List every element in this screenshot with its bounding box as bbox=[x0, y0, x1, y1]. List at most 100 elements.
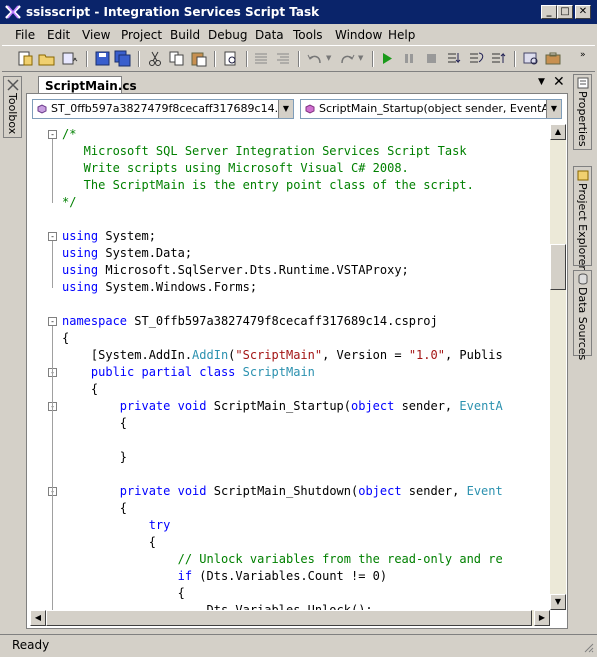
fold-guide bbox=[52, 411, 53, 458]
toolbox-window-icon[interactable] bbox=[544, 50, 562, 67]
toolbox-tab[interactable]: Toolbox bbox=[3, 76, 22, 138]
code-line[interactable]: using Microsoft.SqlServer.Dts.Runtime.VS… bbox=[62, 262, 409, 279]
collapse-region-icon[interactable]: - bbox=[48, 232, 57, 241]
code-line[interactable]: using System.Windows.Forms; bbox=[62, 279, 257, 296]
code-line[interactable]: { bbox=[62, 534, 156, 551]
horizontal-scroll-thumb[interactable] bbox=[46, 610, 532, 626]
code-line[interactable]: } bbox=[62, 449, 127, 466]
horizontal-scrollbar[interactable]: ◀ ▶ bbox=[30, 610, 550, 626]
minimize-icon[interactable]: _ bbox=[541, 5, 557, 19]
add-item-icon[interactable] bbox=[60, 50, 78, 67]
resize-grip-icon[interactable] bbox=[582, 641, 594, 653]
comment-icon[interactable] bbox=[252, 50, 270, 67]
pause-icon[interactable] bbox=[400, 50, 418, 67]
menu-view[interactable]: View bbox=[82, 28, 110, 42]
find-icon[interactable] bbox=[222, 50, 240, 67]
code-line[interactable]: using System; bbox=[62, 228, 156, 245]
stop-icon[interactable] bbox=[422, 50, 440, 67]
menu-tools[interactable]: Tools bbox=[293, 28, 323, 42]
tab-scriptmain[interactable]: ScriptMain.cs bbox=[38, 76, 137, 94]
redo-icon[interactable] bbox=[338, 50, 356, 67]
new-project-icon[interactable] bbox=[16, 50, 34, 67]
save-all-icon[interactable] bbox=[114, 50, 132, 67]
menu-debug[interactable]: Debug bbox=[208, 28, 247, 42]
menu-data[interactable]: Data bbox=[255, 28, 284, 42]
chevron-down-icon[interactable]: ▼ bbox=[278, 100, 293, 118]
code-line[interactable]: /* bbox=[62, 126, 76, 143]
code-line[interactable]: { bbox=[62, 585, 185, 602]
save-icon[interactable] bbox=[94, 50, 112, 67]
status-bar: Ready bbox=[0, 634, 597, 657]
class-icon bbox=[37, 104, 47, 114]
paste-icon[interactable] bbox=[190, 50, 208, 67]
tab-scriptmain-label: ScriptMain.cs bbox=[45, 79, 137, 93]
scroll-right-icon[interactable]: ▶ bbox=[534, 610, 550, 626]
object-browser-icon[interactable] bbox=[522, 50, 540, 67]
app-icon bbox=[5, 5, 21, 19]
redo-dropdown-icon[interactable]: ▼ bbox=[358, 54, 363, 62]
uncomment-icon[interactable] bbox=[274, 50, 292, 67]
menu-window[interactable]: Window bbox=[335, 28, 382, 42]
toolbar-overflow-icon[interactable]: » bbox=[580, 50, 586, 60]
scroll-left-icon[interactable]: ◀ bbox=[30, 610, 46, 626]
code-line[interactable]: namespace ST_0ffb597a3827479f8cecaff3176… bbox=[62, 313, 438, 330]
scroll-down-icon[interactable]: ▼ bbox=[550, 594, 566, 610]
collapse-region-icon[interactable]: - bbox=[48, 130, 57, 139]
menu-project[interactable]: Project bbox=[121, 28, 162, 42]
code-line[interactable]: { bbox=[62, 415, 127, 432]
code-line[interactable]: public partial class ScriptMain bbox=[62, 364, 315, 381]
menu-file[interactable]: File bbox=[15, 28, 35, 42]
vertical-scrollbar[interactable]: ▲ ▼ bbox=[550, 124, 566, 610]
code-line[interactable]: { bbox=[62, 500, 127, 517]
tab-list-dropdown-icon[interactable]: ▼ bbox=[538, 77, 545, 87]
code-line[interactable]: [System.AddIn.AddIn("ScriptMain", Versio… bbox=[62, 347, 503, 364]
code-line[interactable]: Microsoft SQL Server Integration Service… bbox=[62, 143, 467, 160]
toolbar-separator bbox=[246, 51, 248, 67]
toolbox-icon bbox=[7, 79, 19, 91]
code-line[interactable]: if (Dts.Variables.Count != 0) bbox=[62, 568, 388, 585]
scroll-up-icon[interactable]: ▲ bbox=[550, 124, 566, 140]
project-combo[interactable]: ST_0ffb597a3827479f8cecaff317689c14.cspr… bbox=[32, 99, 294, 119]
maximize-icon[interactable]: □ bbox=[557, 5, 573, 19]
code-line[interactable]: { bbox=[62, 330, 69, 347]
code-line[interactable]: Dts.Variables.Unlock(); bbox=[62, 602, 372, 610]
code-line[interactable]: private void ScriptMain_Shutdown(object … bbox=[62, 483, 503, 500]
close-document-icon[interactable]: ✕ bbox=[553, 74, 565, 90]
start-debugging-icon[interactable] bbox=[378, 50, 396, 67]
project-explorer-label: Project Explorer bbox=[576, 183, 589, 270]
undo-icon[interactable] bbox=[306, 50, 324, 67]
member-combo[interactable]: ScriptMain_Startup(object sender, EventA… bbox=[300, 99, 562, 119]
code-area[interactable]: /* - Microsoft SQL Server Integration Ser… bbox=[30, 124, 550, 610]
code-line[interactable]: private void ScriptMain_Startup(object s… bbox=[62, 398, 503, 415]
step-into-icon[interactable] bbox=[446, 50, 464, 67]
properties-icon bbox=[577, 77, 589, 89]
fold-guide bbox=[52, 139, 53, 203]
undo-dropdown-icon[interactable]: ▼ bbox=[326, 54, 331, 62]
step-over-icon[interactable] bbox=[468, 50, 486, 67]
menu-edit[interactable]: Edit bbox=[47, 28, 70, 42]
code-line[interactable]: { bbox=[62, 381, 98, 398]
close-icon[interactable]: ✕ bbox=[575, 5, 591, 19]
code-line[interactable]: try bbox=[62, 517, 171, 534]
collapse-region-icon[interactable]: - bbox=[48, 317, 57, 326]
menu-build[interactable]: Build bbox=[170, 28, 200, 42]
code-line[interactable]: */ bbox=[62, 194, 76, 211]
project-explorer-tab[interactable]: Project Explorer bbox=[573, 166, 592, 270]
cut-icon[interactable] bbox=[146, 50, 164, 67]
code-line[interactable]: // Unlock variables from the read-only a… bbox=[62, 551, 503, 568]
vertical-scroll-thumb[interactable] bbox=[550, 244, 566, 290]
open-folder-icon[interactable] bbox=[38, 50, 56, 67]
toolbar-separator bbox=[138, 51, 140, 67]
copy-icon[interactable] bbox=[168, 50, 186, 67]
toolbar-separator bbox=[86, 51, 88, 67]
member-combo-value: ScriptMain_Startup(object sender, EventA… bbox=[319, 102, 562, 115]
code-line[interactable]: Write scripts using Microsoft Visual C# … bbox=[62, 160, 409, 177]
data-sources-tab[interactable]: Data Sources bbox=[573, 270, 592, 360]
code-line[interactable]: The ScriptMain is the entry point class … bbox=[62, 177, 474, 194]
menu-help[interactable]: Help bbox=[388, 28, 415, 42]
properties-tab[interactable]: Properties bbox=[573, 74, 592, 150]
chevron-down-icon[interactable]: ▼ bbox=[546, 100, 561, 118]
title-bar[interactable]: ssisscript - Integration Services Script… bbox=[0, 0, 597, 24]
step-out-icon[interactable] bbox=[490, 50, 508, 67]
code-line[interactable]: using System.Data; bbox=[62, 245, 192, 262]
